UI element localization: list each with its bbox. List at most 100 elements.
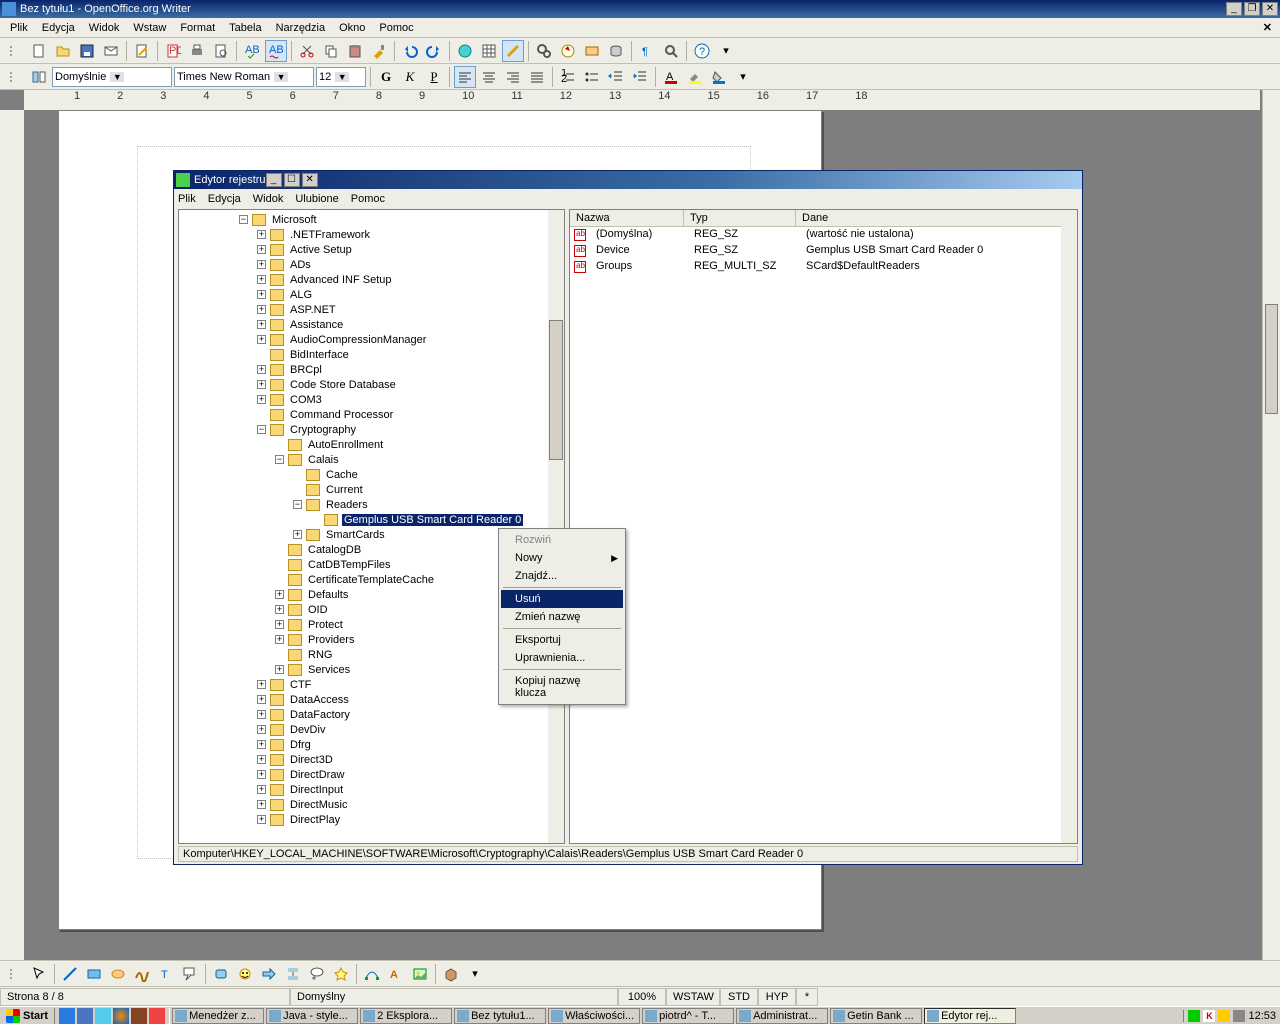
tree-node[interactable]: +DirectMusic [181,797,562,812]
tray-k-icon[interactable]: K [1203,1010,1215,1022]
gallery-button[interactable] [581,40,603,62]
save-button[interactable] [76,40,98,62]
restore-button[interactable]: ❐ [1244,2,1260,16]
tree-node[interactable]: +ALG [181,287,562,302]
tree-node[interactable]: +AudioCompressionManager [181,332,562,347]
registry-values[interactable]: Nazwa Typ Dane (Domyślna)REG_SZ(wartość … [569,209,1078,844]
zoom-button[interactable] [660,40,682,62]
values-scrollbar[interactable] [1061,210,1077,843]
callout-button[interactable] [179,963,201,985]
tree-scroll-thumb[interactable] [549,320,563,460]
styles-button[interactable] [28,66,50,88]
highlight-button[interactable] [684,66,706,88]
tree-node[interactable]: +.NETFramework [181,227,562,242]
menu-edycja[interactable]: Edycja [36,20,81,36]
ql-calc-icon[interactable] [95,1008,111,1024]
toolbar-overflow-icon[interactable]: ▾ [715,40,737,62]
fontsize-combo[interactable]: 12▼ [316,67,366,87]
menu-pomoc[interactable]: Pomoc [373,20,419,36]
hyperlink-button[interactable] [454,40,476,62]
menu-tabela[interactable]: Tabela [223,20,267,36]
tree-node[interactable]: Command Processor [181,407,562,422]
dedent-button[interactable] [605,66,627,88]
datasources-button[interactable] [605,40,627,62]
reg-maximize-button[interactable]: ☐ [284,173,300,187]
cut-button[interactable] [296,40,318,62]
tree-node[interactable]: +COM3 [181,392,562,407]
underline-button[interactable]: P [423,66,445,88]
table-button[interactable] [478,40,500,62]
ctx-export[interactable]: Eksportuj [501,631,623,649]
task-button[interactable]: Bez tytułu1... [454,1008,546,1024]
value-header[interactable]: Nazwa Typ Dane [570,210,1077,227]
ql-tool-icon[interactable] [149,1008,165,1024]
help-button[interactable]: ? [691,40,713,62]
task-button[interactable]: Edytor rej... [924,1008,1016,1024]
tray-volume-icon[interactable] [1233,1010,1245,1022]
reg-menu-pomoc[interactable]: Pomoc [351,193,385,205]
task-button[interactable]: Getin Bank ... [830,1008,922,1024]
points-button[interactable] [361,963,383,985]
new-button[interactable] [28,40,50,62]
menu-wstaw[interactable]: Wstaw [127,20,172,36]
edit-button[interactable] [131,40,153,62]
close-button[interactable]: ✕ [1262,2,1278,16]
ellipse-button[interactable] [107,963,129,985]
status-std[interactable]: STD [720,988,758,1006]
toolbar-overflow-icon[interactable]: ▾ [732,66,754,88]
tree-node[interactable]: +DevDiv [181,722,562,737]
navigator-button[interactable] [557,40,579,62]
tree-node[interactable]: Current [181,482,562,497]
select-button[interactable] [28,963,50,985]
tree-node[interactable]: +Direct3D [181,752,562,767]
menu-plik[interactable]: Plik [4,20,34,36]
reg-minimize-button[interactable]: _ [266,173,282,187]
menu-format[interactable]: Format [174,20,221,36]
tree-node[interactable]: +ADs [181,257,562,272]
align-justify-button[interactable] [526,66,548,88]
ctx-rename[interactable]: Zmień nazwę [501,608,623,626]
tree-node[interactable]: AutoEnrollment [181,437,562,452]
tree-node[interactable]: −Cryptography [181,422,562,437]
clock[interactable]: 12:53 [1248,1010,1276,1022]
col-type[interactable]: Typ [684,210,796,226]
print-button[interactable] [186,40,208,62]
align-left-button[interactable] [454,66,476,88]
doc-close-button[interactable]: ✕ [1259,21,1276,34]
col-data[interactable]: Dane [796,210,1077,226]
line-button[interactable] [59,963,81,985]
tree-node[interactable]: +DirectPlay [181,812,562,827]
status-hyp[interactable]: HYP [758,988,796,1006]
task-button[interactable]: Właściwości... [548,1008,640,1024]
tree-node[interactable]: +ASP.NET [181,302,562,317]
task-button[interactable]: 2 Eksplora... [360,1008,452,1024]
ctx-copy-keyname[interactable]: Kopiuj nazwę klucza [501,672,623,702]
ql-firefox-icon[interactable] [113,1008,129,1024]
flowchart-button[interactable] [282,963,304,985]
tree-node[interactable]: +BRCpl [181,362,562,377]
text-button[interactable]: T [155,963,177,985]
tree-node[interactable]: −Calais [181,452,562,467]
ctx-find[interactable]: Znajdź... [501,567,623,585]
reg-menu-edycja[interactable]: Edycja [208,193,241,205]
auto-spellcheck-button[interactable]: ABC [265,40,287,62]
rect-button[interactable] [83,963,105,985]
font-combo[interactable]: Times New Roman▼ [174,67,314,87]
task-button[interactable]: Administrat... [736,1008,828,1024]
symbol-shapes-button[interactable] [234,963,256,985]
basic-shapes-button[interactable] [210,963,232,985]
tray-shield-icon[interactable] [1218,1010,1230,1022]
tree-node[interactable]: Cache [181,467,562,482]
tree-node[interactable]: +Dfrg [181,737,562,752]
tree-node[interactable]: +DataFactory [181,707,562,722]
status-style[interactable]: Domyślny [290,988,618,1006]
export-pdf-button[interactable]: PDF [162,40,184,62]
regedit-titlebar[interactable]: Edytor rejestru _ ☐ ✕ [174,171,1082,189]
minimize-button[interactable]: _ [1226,2,1242,16]
tree-node[interactable]: +Assistance [181,317,562,332]
font-color-button[interactable]: A [660,66,682,88]
tree-scrollbar[interactable] [548,210,564,843]
value-row[interactable]: DeviceREG_SZGemplus USB Smart Card Reade… [570,243,1077,259]
reg-menu-plik[interactable]: Plik [178,193,196,205]
tree-node[interactable]: −Microsoft [181,212,562,227]
